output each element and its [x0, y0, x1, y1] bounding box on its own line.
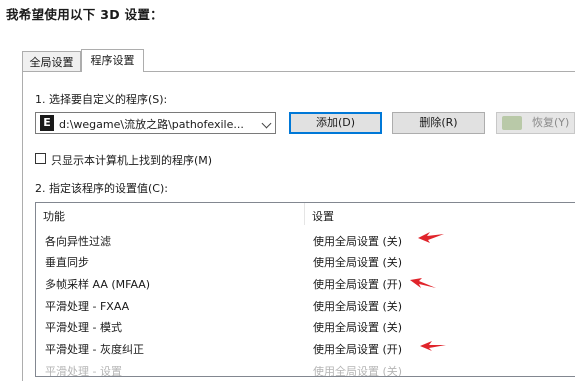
tab-global-settings[interactable]: 全局设置: [22, 51, 81, 71]
row-feature: 多帧采样 AA (MFAA): [45, 278, 151, 291]
table-row[interactable]: 垂直同步 使用全局设置 (关): [36, 251, 575, 272]
program-e-icon: E: [40, 115, 54, 131]
row-feature: 平滑处理 - 模式: [45, 321, 122, 334]
column-header-feature[interactable]: 功能: [43, 208, 65, 224]
row-setting: 使用全局设置 (开): [313, 343, 403, 356]
table-row[interactable]: 平滑处理 - 灰度纠正 使用全局设置 (开): [36, 338, 575, 359]
row-feature: 平滑处理 - 灰度纠正: [45, 343, 144, 356]
row-setting: 使用全局设置 (开): [313, 278, 403, 291]
column-divider[interactable]: [304, 203, 305, 225]
row-feature: 平滑处理 - 设置: [45, 365, 122, 377]
column-header-setting[interactable]: 设置: [312, 208, 334, 224]
settings-list[interactable]: 功能 设置 各向异性过滤 使用全局设置 (关) 垂直同步 使用全局设置 (关) …: [35, 202, 575, 377]
row-setting: 使用全局设置 (关): [313, 256, 403, 269]
show-local-programs-checkbox[interactable]: [35, 153, 46, 164]
add-button[interactable]: 添加(D): [289, 112, 382, 134]
select-program-label: 1. 选择要自定义的程序(S):: [35, 93, 168, 106]
table-row[interactable]: 平滑处理 - FXAA 使用全局设置 (关): [36, 295, 575, 316]
nvidia-logo-icon: [502, 116, 522, 130]
table-row[interactable]: 平滑处理 - 设置 使用全局设置 (关): [36, 360, 575, 377]
table-row[interactable]: 各向异性过滤 使用全局设置 (关): [36, 230, 575, 251]
page-heading: 我希望使用以下 3D 设置：: [6, 7, 163, 22]
table-row[interactable]: 多帧采样 AA (MFAA) 使用全局设置 (开): [36, 273, 575, 294]
row-setting: 使用全局设置 (关): [313, 321, 403, 334]
chevron-down-icon: [261, 118, 272, 129]
settings-list-header: 功能 设置: [36, 203, 575, 225]
program-dropdown-value: d:\wegame\流放之路\pathofexile...: [59, 118, 244, 131]
table-row[interactable]: 平滑处理 - 模式 使用全局设置 (关): [36, 316, 575, 337]
restore-button[interactable]: 恢复(Y): [496, 112, 575, 134]
row-feature: 平滑处理 - FXAA: [45, 300, 130, 313]
program-dropdown[interactable]: E d:\wegame\流放之路\pathofexile...: [35, 112, 276, 134]
specify-settings-label: 2. 指定该程序的设置值(C):: [35, 182, 168, 195]
tab-program-settings[interactable]: 程序设置: [81, 49, 144, 72]
row-setting: 使用全局设置 (关): [313, 235, 403, 248]
delete-button[interactable]: 删除(R): [392, 112, 485, 134]
show-local-programs-label: 只显示本计算机上找到的程序(M): [51, 154, 213, 167]
row-setting: 使用全局设置 (关): [313, 300, 403, 313]
restore-button-label: 恢复(Y): [532, 116, 570, 129]
row-feature: 垂直同步: [45, 256, 89, 269]
row-feature: 各向异性过滤: [45, 235, 111, 248]
row-setting: 使用全局设置 (关): [313, 365, 403, 377]
